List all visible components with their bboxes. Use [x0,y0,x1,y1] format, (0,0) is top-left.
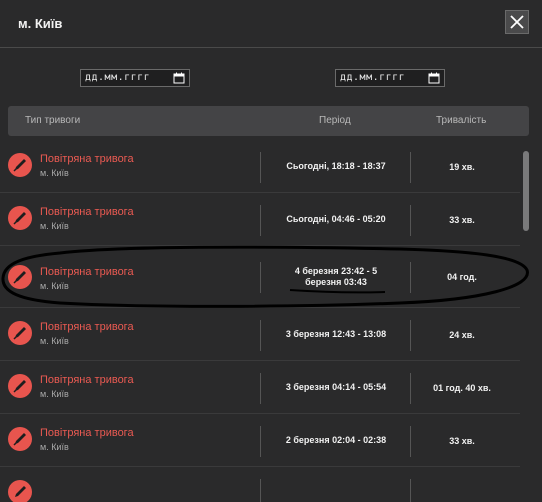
table-row[interactable]: Повітряна тривога м. Київ 3 березня 04:1… [0,361,520,414]
alert-period: 2 березня 02:04 - 02:38 [285,435,387,445]
alert-duration: 33 хв. [449,435,475,446]
modal-header: м. Київ [0,0,542,46]
date-to-input[interactable]: дд.мм.гггг [335,69,445,87]
alert-duration: 19 хв. [449,161,475,172]
column-divider [260,479,261,502]
alert-duration: 04 год. [447,272,477,282]
table-row[interactable] [0,467,520,502]
alert-period: 3 березня 12:43 - 13:08 [285,329,387,339]
rocket-icon [8,265,32,289]
column-header-duration: Тривалість [436,115,487,126]
alert-period: 3 березня 04:14 - 05:54 [285,382,387,392]
alerts-table-body[interactable]: Повітряна тривога м. Київ Сьогодні, 18:1… [0,140,542,502]
column-divider [260,152,261,183]
column-divider [260,262,261,293]
table-row[interactable]: Повітряна тривога м. Київ 2 березня 02:0… [0,414,520,467]
close-button[interactable] [505,10,529,34]
alert-period: Сьогодні, 18:18 - 18:37 [286,161,386,171]
column-divider [260,205,261,236]
date-from-placeholder: дд.мм.гггг [85,72,151,83]
alert-city: м. Київ [40,168,69,178]
alert-period: Сьогодні, 04:46 - 05:20 [286,214,386,224]
alert-type: Повітряна тривога [40,427,134,439]
alert-type: Повітряна тривога [40,321,134,333]
close-icon [510,15,524,29]
column-divider [260,426,261,457]
alert-city: м. Київ [40,221,69,231]
column-divider [260,320,261,351]
table-row[interactable]: Повітряна тривога м. Київ 3 березня 12:4… [0,308,520,361]
alert-type: Повітряна тривога [40,266,134,278]
column-divider [260,373,261,404]
alert-city: м. Київ [40,389,69,399]
calendar-icon[interactable] [428,72,440,84]
rocket-icon [8,153,32,177]
rocket-icon [8,374,32,398]
alert-city: м. Київ [40,281,69,291]
page-title: м. Київ [18,16,63,31]
alert-city: м. Київ [40,336,69,346]
alert-duration: 33 хв. [449,214,475,225]
rocket-icon [8,321,32,345]
date-to-placeholder: дд.мм.гггг [340,72,406,83]
rocket-icon [8,480,32,502]
table-row[interactable]: Повітряна тривога м. Київ Сьогодні, 18:1… [0,140,520,193]
alert-period: 4 березня 23:42 - 5 березня 03:43 [294,266,378,287]
alert-city: м. Київ [40,442,69,452]
rocket-icon [8,206,32,230]
header-divider [0,47,542,48]
table-header: Тип тривоги Період Тривалість [8,106,529,136]
column-header-type: Тип тривоги [25,115,81,126]
column-divider [410,479,411,502]
alert-duration: 24 хв. [449,329,475,340]
calendar-icon[interactable] [173,72,185,84]
alert-type: Повітряна тривога [40,374,134,386]
date-from-input[interactable]: дд.мм.гггг [80,69,190,87]
alert-type: Повітряна тривога [40,153,134,165]
scrollbar-thumb[interactable] [523,151,529,231]
alert-duration: 01 год. 40 хв. [433,382,491,393]
alert-type: Повітряна тривога [40,206,134,218]
table-row[interactable]: Повітряна тривога м. Київ Сьогодні, 04:4… [0,193,520,246]
table-row[interactable]: Повітряна тривога м. Київ 4 березня 23:4… [0,246,520,308]
rocket-icon [8,427,32,451]
column-header-period: Період [319,115,351,126]
